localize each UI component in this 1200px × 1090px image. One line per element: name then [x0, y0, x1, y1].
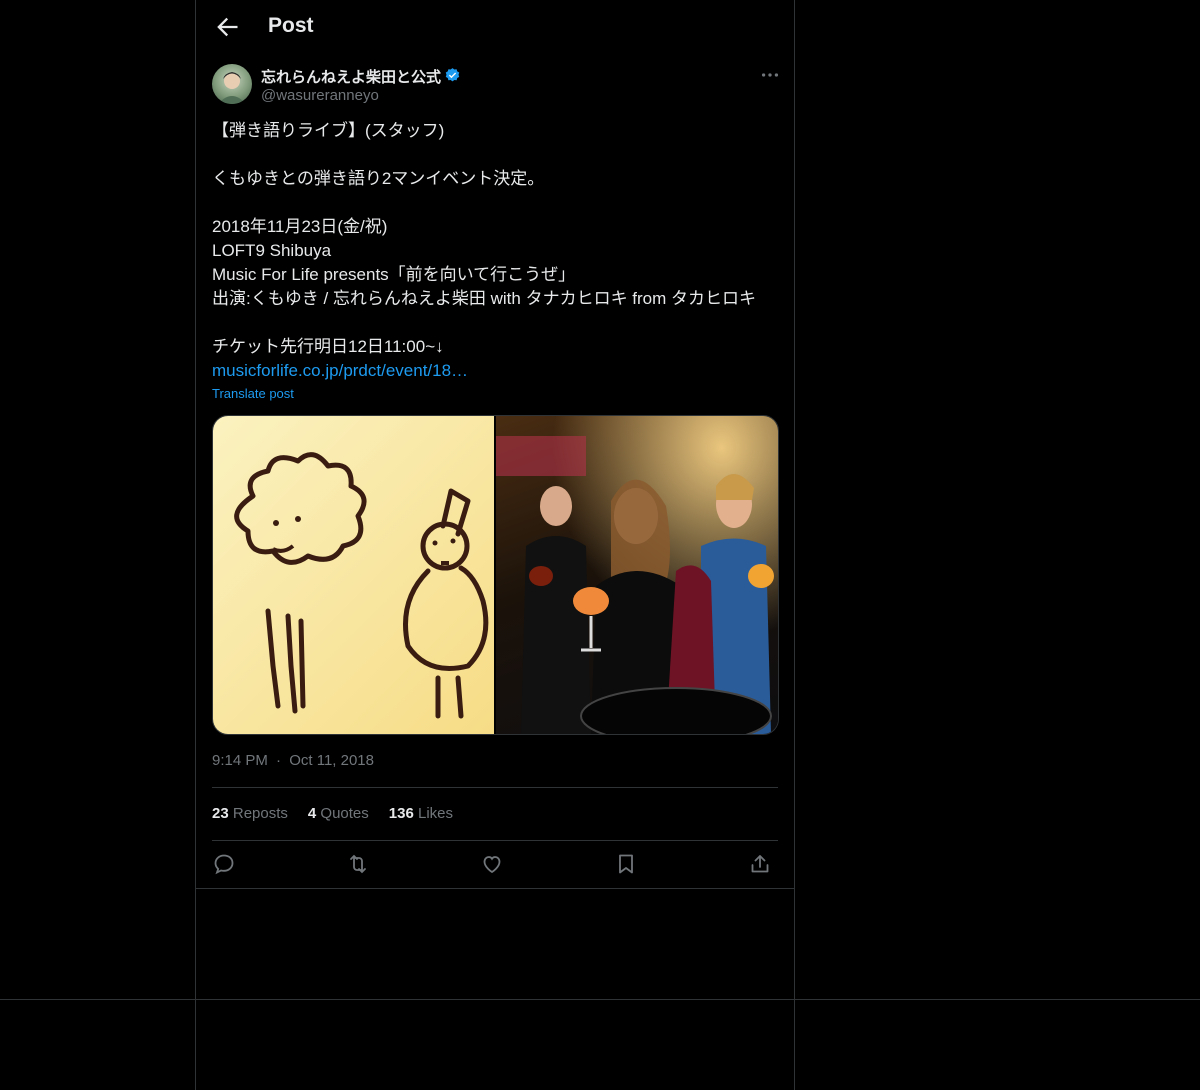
post-line	[212, 311, 778, 335]
post-line: 【弾き語りライブ】(スタッフ)	[212, 121, 445, 140]
repost-icon[interactable]	[346, 852, 370, 876]
divider	[196, 888, 794, 889]
translate-post-link[interactable]: Translate post	[212, 386, 294, 401]
post-header: Post	[196, 0, 794, 54]
post-line: チケット先行明日12日11:00~↓	[212, 337, 444, 356]
divider	[0, 999, 1200, 1000]
post-line	[212, 191, 778, 215]
reposts-stat[interactable]: 23 Reposts	[212, 805, 288, 822]
verified-badge-icon	[445, 68, 460, 82]
page-title: Post	[268, 14, 314, 37]
post-line: くもゆきとの弾き語り2マンイベント決定。	[212, 169, 545, 188]
post-line: 出演:くもゆき / 忘れらんねえよ柴田 with タナカヒロキ from タカヒ…	[212, 289, 757, 308]
reply-icon[interactable]	[212, 852, 236, 876]
post-date[interactable]: Oct 11, 2018	[289, 752, 374, 769]
post-actions	[212, 852, 778, 880]
timestamp-separator: ·	[276, 752, 282, 769]
post-line	[212, 143, 778, 167]
post-text: 【弾き語りライブ】(スタッフ) くもゆきとの弾き語り2マンイベント決定。 201…	[212, 119, 778, 383]
arrow-left-icon[interactable]	[213, 13, 241, 41]
post-line: 2018年11月23日(金/祝)	[212, 217, 388, 236]
post-line: Music For Life presents「前を向いて行こうぜ」	[212, 265, 576, 284]
post-time[interactable]: 9:14 PM	[212, 752, 268, 769]
main-column: Post 忘れらんねえよ柴田と公式 @wasureranneyo 【弾き語りライ…	[195, 0, 795, 1090]
author-name[interactable]: 忘れらんねえよ柴田と公式	[261, 66, 441, 87]
post-stats: 23 Reposts 4 Quotes 136 Likes	[212, 805, 453, 822]
post-timestamp[interactable]: 9:14 PM · Oct 11, 2018	[212, 752, 374, 769]
media-image-party[interactable]	[496, 416, 778, 734]
post-line: LOFT9 Shibuya	[212, 241, 332, 260]
avatar[interactable]	[212, 64, 252, 104]
quotes-stat[interactable]: 4 Quotes	[308, 805, 369, 822]
bookmark-icon[interactable]	[614, 852, 638, 876]
divider	[212, 840, 778, 841]
divider	[212, 787, 778, 788]
like-icon[interactable]	[480, 852, 504, 876]
author-handle[interactable]: @wasureranneyo	[261, 87, 379, 104]
likes-stat[interactable]: 136 Likes	[389, 805, 453, 822]
more-icon[interactable]	[759, 64, 781, 86]
post-link[interactable]: musicforlife.co.jp/prdct/event/18…	[212, 359, 778, 383]
media-image-drawing[interactable]	[213, 416, 494, 734]
post-media[interactable]	[212, 415, 779, 735]
share-icon[interactable]	[748, 852, 772, 876]
